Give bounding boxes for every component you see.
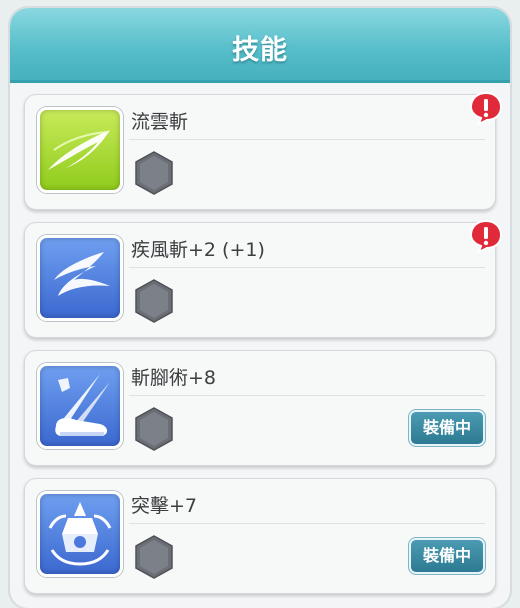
alert-icon [469,219,503,253]
empty-slot-hexagon-icon[interactable] [133,406,175,452]
empty-slot-hexagon-icon[interactable] [133,534,175,580]
skill-name: 疾風斬+2 (+1) [131,239,265,261]
skill-card[interactable]: 斬腳術+8 裝備中 [24,350,496,466]
divider [129,139,485,140]
alert-icon [469,91,503,125]
wind-slash-icon [37,235,123,321]
empty-slot-hexagon-icon[interactable] [133,150,175,196]
divider [129,523,485,524]
divider [129,395,485,396]
divider [129,267,485,268]
panel-title: 技能 [232,35,288,66]
skill-card[interactable]: 突擊+7 裝備中 [24,478,496,594]
skill-name: 斬腳術+8 [131,367,217,389]
skill-name: 突擊+7 [131,495,198,517]
empty-slot-hexagon-icon[interactable] [133,278,175,324]
equipped-badge: 裝備中 [411,412,483,444]
crescent-slash-icon [37,107,123,193]
charge-attack-icon [37,491,123,577]
skill-list: 流雲斬 疾風斬+2 (+1) 斬腳術+8 裝備中 突擊+7 裝備中 [24,91,503,606]
equipped-badge: 裝備中 [411,540,483,572]
panel-header: 技能 [10,8,510,83]
skill-card[interactable]: 疾風斬+2 (+1) [24,219,503,338]
skill-card[interactable]: 流雲斬 [24,91,503,210]
skill-name: 流雲斬 [131,111,189,133]
skills-panel: 技能 流雲斬 疾風斬+2 (+1) 斬腳術+8 裝備中 突擊+7 裝備中 [10,8,510,608]
leg-slash-icon [37,363,123,449]
